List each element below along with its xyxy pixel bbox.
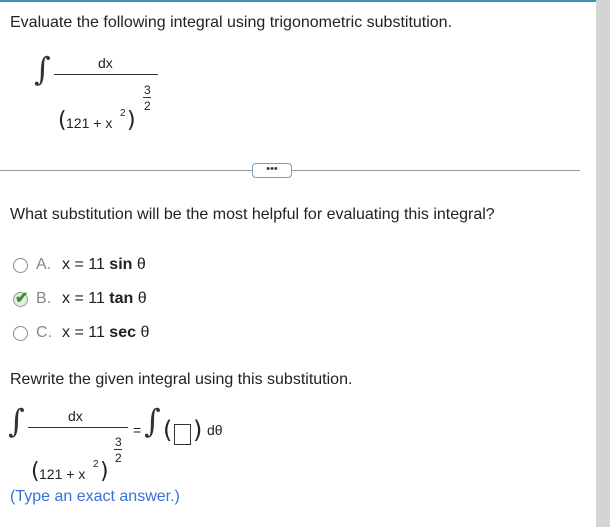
rewrite-prompt: Rewrite the given integral using this su… (10, 371, 353, 388)
integral-numerator: dx (98, 55, 113, 71)
equals-sign: = (133, 422, 142, 438)
checkmark-icon: ✔ (15, 289, 29, 307)
integral-sign: ∫ (144, 402, 161, 440)
outer-exponent-numerator: 3 (115, 435, 122, 449)
outer-exponent-bar (114, 449, 122, 450)
fraction-bar (28, 427, 128, 428)
integral-sign: ∫ (34, 50, 51, 88)
integral-sign: ∫ (8, 402, 25, 440)
right-paren: ) (127, 108, 136, 133)
option-b[interactable]: ✔ B. x = 11 tan θ (13, 288, 147, 310)
answer-hint: (Type an exact answer.) (10, 488, 180, 505)
left-paren: ( (163, 416, 173, 444)
option-text: x = 11 sec θ (62, 324, 150, 341)
option-letter: A. (36, 256, 52, 273)
top-accent-rule (0, 0, 610, 2)
option-letter: C. (36, 324, 52, 341)
inner-exponent: 2 (120, 108, 126, 119)
radio-b[interactable]: ✔ (13, 290, 28, 307)
problem-prompt: Evaluate the following integral using tr… (10, 14, 453, 31)
outer-exponent-denominator: 2 (115, 451, 122, 465)
integral-base: 121 + x (39, 466, 86, 482)
radio-c[interactable] (13, 325, 28, 341)
option-text: x = 11 sin θ (62, 256, 146, 273)
scrollbar-track[interactable] (596, 0, 610, 527)
inner-exponent: 2 (93, 459, 99, 470)
option-text: x = 11 tan θ (62, 290, 147, 307)
fraction-bar (54, 74, 158, 75)
right-paren: ) (100, 459, 109, 484)
integral-numerator: dx (68, 408, 83, 424)
option-letter: B. (36, 290, 52, 307)
radio-a[interactable] (13, 257, 28, 273)
integral-base: 121 + x (66, 115, 113, 131)
question-text: What substitution will be the most helpf… (10, 206, 495, 223)
option-c[interactable]: C. x = 11 sec θ (13, 322, 149, 344)
d-theta: dθ (207, 422, 223, 438)
answer-input[interactable] (174, 424, 191, 445)
show-more-button[interactable]: ••• (252, 163, 292, 178)
right-paren: ) (193, 416, 203, 444)
outer-exponent-bar (143, 97, 151, 98)
outer-exponent-denominator: 2 (144, 99, 151, 113)
outer-exponent-numerator: 3 (144, 83, 151, 97)
option-a[interactable]: A. x = 11 sin θ (13, 254, 146, 276)
